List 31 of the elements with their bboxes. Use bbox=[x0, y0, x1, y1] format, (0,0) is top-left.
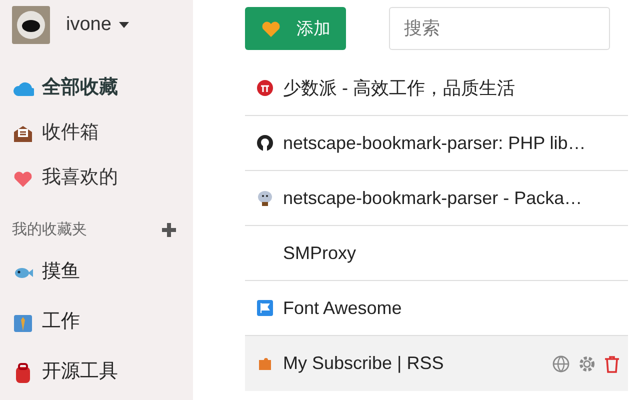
folder-item[interactable]: 工作 bbox=[12, 298, 193, 348]
elephant-icon bbox=[257, 190, 273, 206]
settings-icon[interactable] bbox=[578, 354, 596, 372]
bookmark-title: netscape-bookmark-parser - Packa… bbox=[283, 186, 584, 210]
bookmark-title: 少数派 - 高效工作，品质生活 bbox=[283, 76, 516, 100]
bookmark-row[interactable]: SMProxy bbox=[245, 226, 628, 281]
plus-icon[interactable] bbox=[162, 223, 176, 238]
bookmark-title: SMProxy bbox=[283, 242, 358, 265]
bookmark-title: My Subscribe | RSS bbox=[283, 352, 445, 375]
avatar-icon bbox=[12, 6, 50, 44]
bookmark-title: Font Awesome bbox=[283, 296, 403, 320]
folders-heading: 我的收藏夹 bbox=[12, 220, 87, 240]
nav-item[interactable]: 全部收藏 bbox=[12, 66, 193, 111]
bookmark-row[interactable]: netscape-bookmark-parser: PHP lib… bbox=[245, 116, 628, 171]
flag-icon bbox=[257, 300, 273, 316]
bookmark-title: netscape-bookmark-parser: PHP lib… bbox=[283, 132, 587, 155]
nav-item[interactable]: 收件箱 bbox=[12, 111, 193, 156]
pi-icon bbox=[257, 80, 273, 96]
folder-item[interactable]: 开源工具 bbox=[12, 348, 193, 398]
folder-item[interactable]: 摸鱼 bbox=[12, 248, 193, 298]
user-name[interactable]: ivone bbox=[66, 10, 112, 40]
bookmark-row[interactable]: 少数派 - 高效工作，品质生活 bbox=[245, 61, 628, 116]
bookmark-row[interactable]: My Subscribe | RSS bbox=[245, 336, 628, 391]
bookmark-row[interactable]: netscape-bookmark-parser - Packa… bbox=[245, 171, 628, 226]
search-field[interactable]: 搜索 bbox=[389, 7, 610, 50]
globe-icon[interactable] bbox=[552, 354, 570, 372]
nav-item[interactable]: 我喜欢的 bbox=[12, 156, 193, 201]
heart-icon bbox=[260, 20, 280, 38]
caret-icon bbox=[119, 22, 130, 28]
add-button[interactable]: 添加 bbox=[245, 7, 346, 50]
trash-icon[interactable] bbox=[604, 354, 620, 372]
